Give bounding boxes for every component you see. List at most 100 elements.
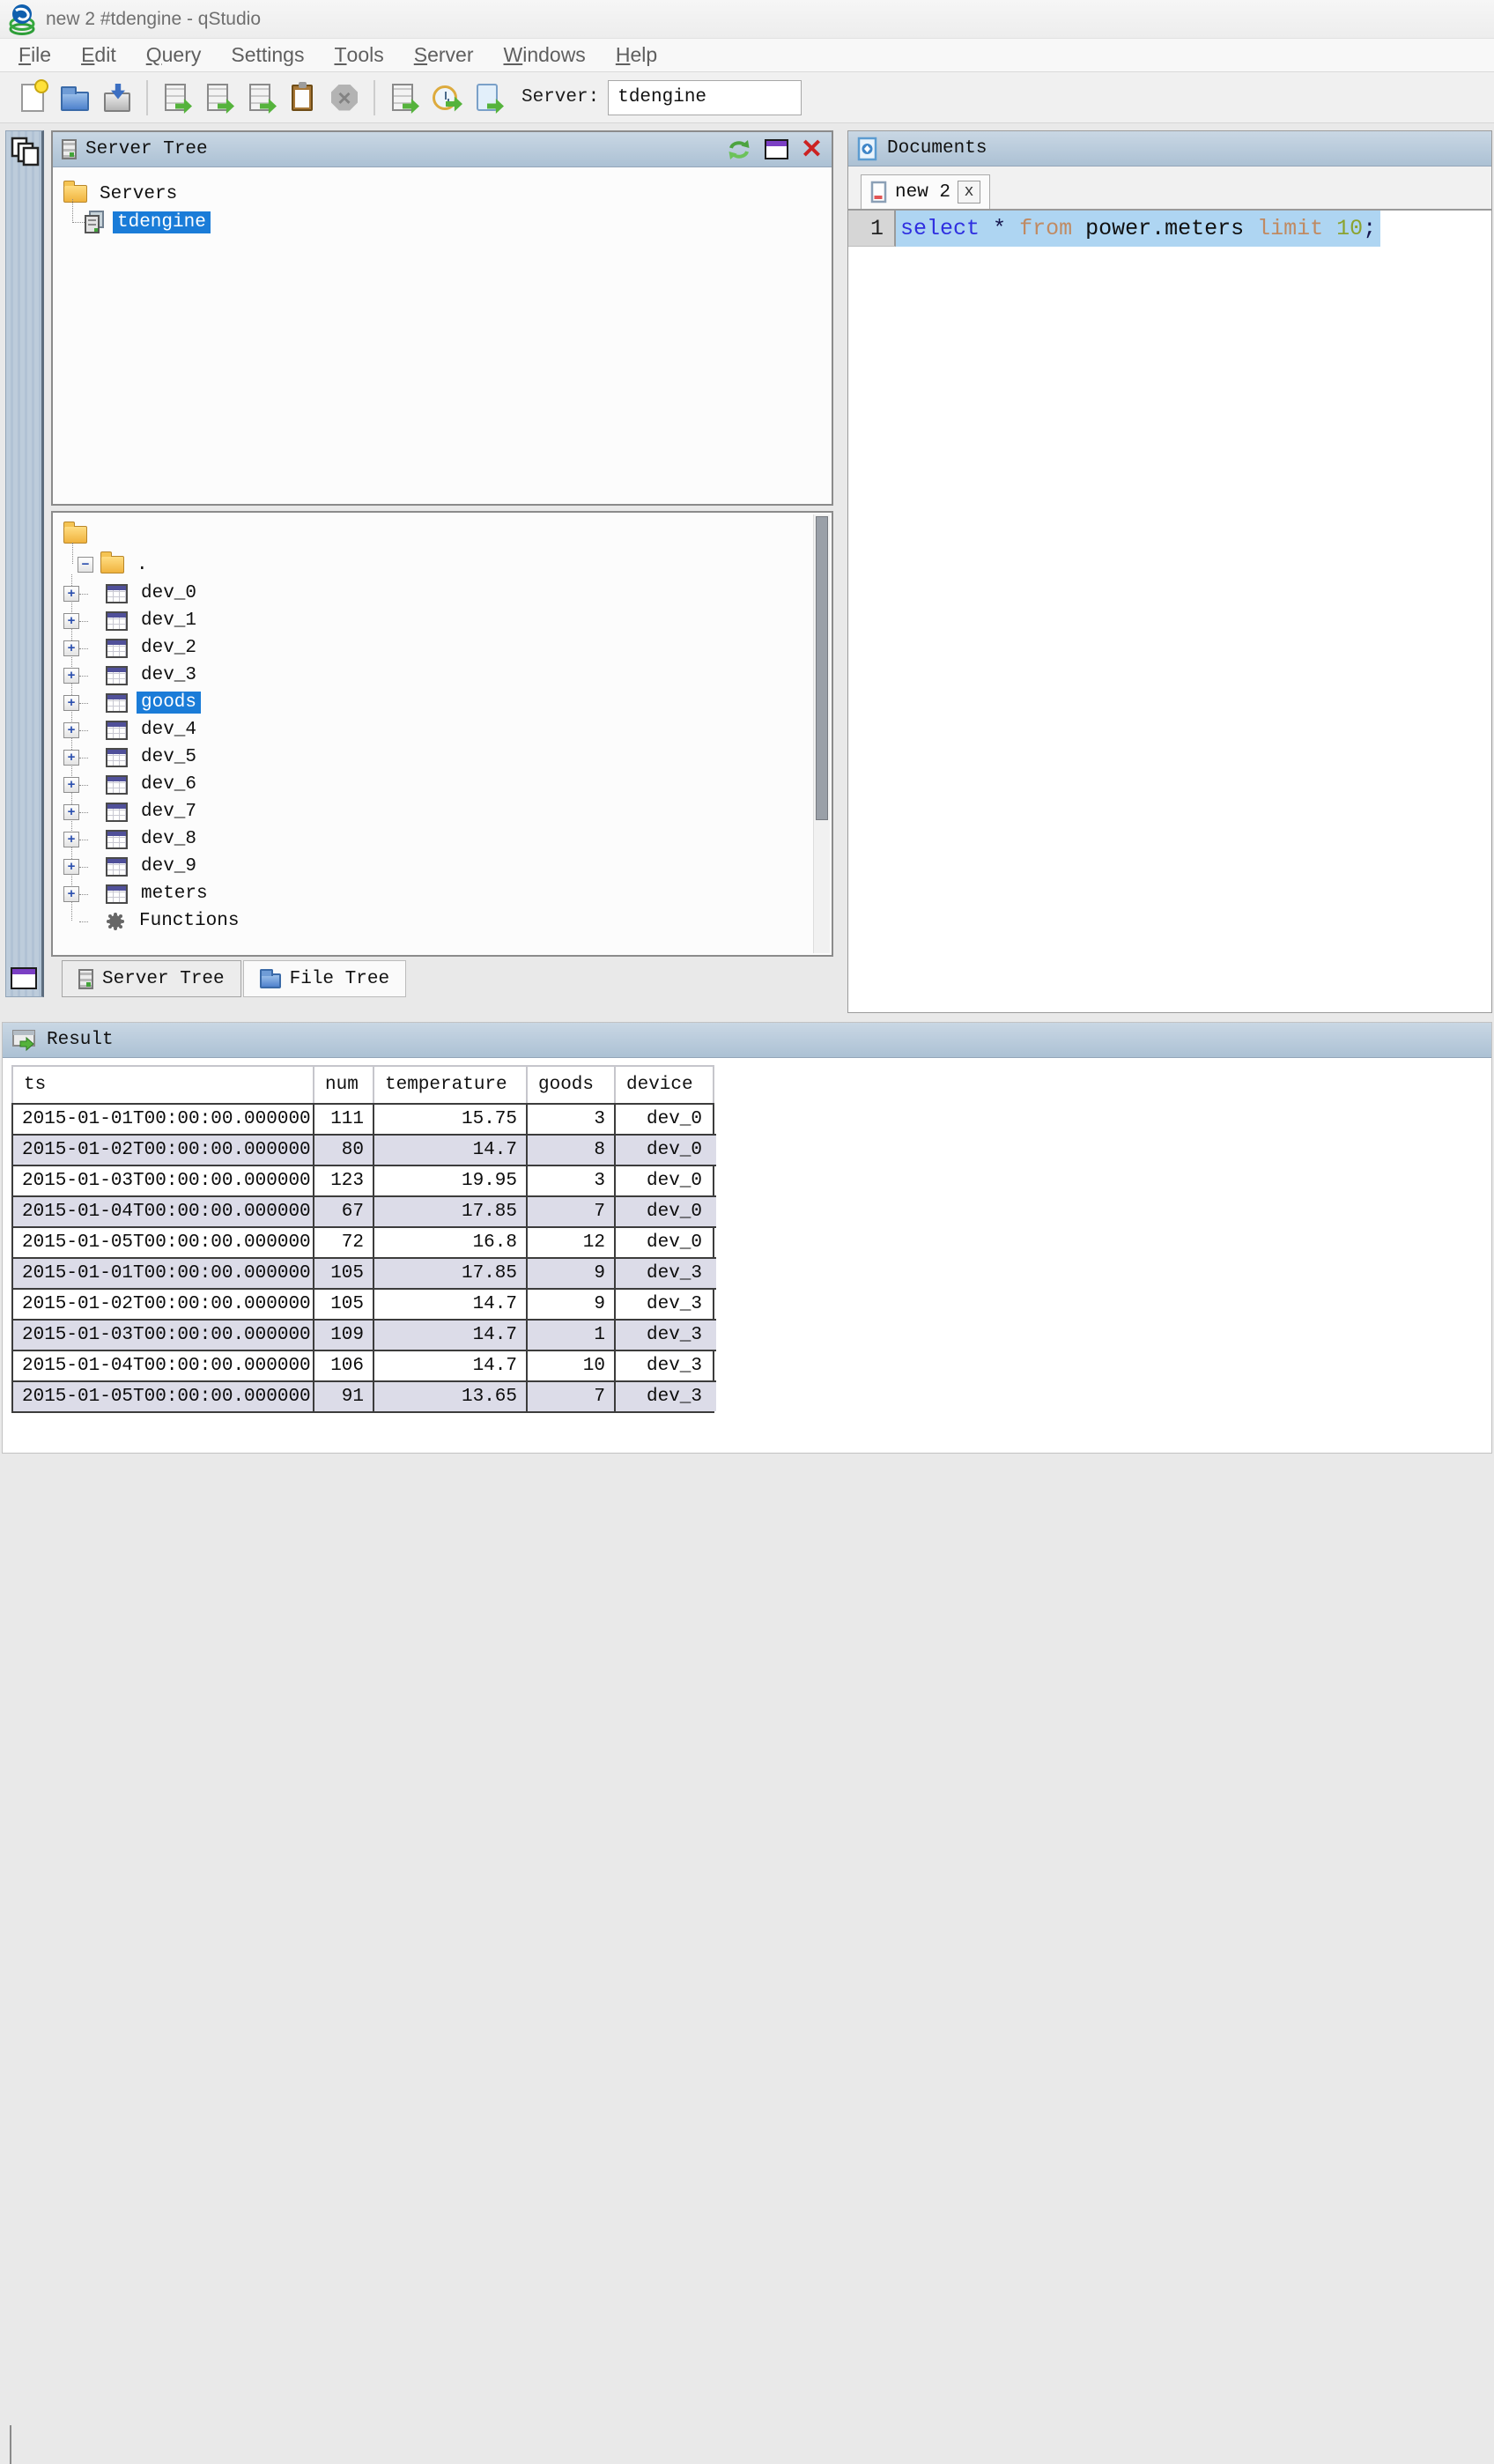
table-tree-item[interactable]: + goods [106, 689, 832, 716]
run-query-icon[interactable] [155, 78, 196, 118]
cell-num: 123 [314, 1166, 374, 1195]
expand-toggle[interactable]: + [63, 804, 79, 820]
expand-toggle[interactable]: + [63, 668, 79, 684]
result-row[interactable]: 2015-01-04T00:00:00.000000 67 17.85 7 de… [13, 1197, 716, 1228]
close-panel-icon[interactable]: ✕ [801, 137, 823, 163]
table-tree-item[interactable]: + dev_3 [106, 662, 832, 689]
column-header[interactable]: ts [13, 1067, 314, 1103]
tree-root-item[interactable] [63, 520, 832, 550]
column-header[interactable]: temperature [374, 1067, 528, 1103]
new-file-icon[interactable] [12, 78, 53, 118]
menu-tools[interactable]: Tools [319, 39, 398, 71]
panel-tab-label: Server Tree [102, 969, 225, 989]
dock-strip [5, 130, 44, 997]
result-row[interactable]: 2015-01-02T00:00:00.000000 105 14.7 9 de… [13, 1290, 716, 1321]
restore-window-icon[interactable] [11, 967, 37, 989]
table-tree-item[interactable]: + meters [106, 880, 832, 907]
result-row[interactable]: 2015-01-05T00:00:00.000000 72 16.8 12 de… [13, 1228, 716, 1259]
result-row[interactable]: 2015-01-01T00:00:00.000000 111 15.75 3 d… [13, 1105, 716, 1136]
run-selection-icon[interactable] [240, 78, 280, 118]
server-panel-icon [62, 139, 77, 159]
result-row[interactable]: 2015-01-03T00:00:00.000000 123 19.95 3 d… [13, 1166, 716, 1197]
expand-toggle[interactable]: + [63, 750, 79, 766]
result-row[interactable]: 2015-01-01T00:00:00.000000 105 17.85 9 d… [13, 1259, 716, 1290]
menu-server[interactable]: Server [399, 39, 489, 71]
table-tree-item[interactable]: + dev_5 [106, 744, 832, 771]
table-tree-item[interactable]: + dev_1 [106, 607, 832, 634]
document-tab-label: new 2 [895, 182, 950, 203]
query-scheduler-icon[interactable] [425, 78, 465, 118]
table-name-label: dev_2 [137, 637, 201, 659]
document-tabbar: new 2 x [848, 166, 1491, 211]
run-line-icon[interactable] [197, 78, 238, 118]
server-tree-title: Server Tree [85, 139, 208, 159]
result-row[interactable]: 2015-01-05T00:00:00.000000 91 13.65 7 de… [13, 1382, 716, 1411]
expand-toggle[interactable]: + [63, 640, 79, 656]
cell-ts: 2015-01-01T00:00:00.000000 [13, 1259, 314, 1288]
expand-toggle[interactable]: + [63, 886, 79, 902]
run-file-icon[interactable] [382, 78, 423, 118]
close-tab-button[interactable]: x [958, 181, 980, 203]
table-tree-item[interactable]: + dev_9 [106, 853, 832, 880]
send-script-icon[interactable] [467, 78, 507, 118]
database-dot-label: . [132, 554, 152, 576]
server-combobox[interactable] [608, 80, 802, 115]
menu-help[interactable]: Help [601, 39, 672, 71]
open-file-icon[interactable] [55, 78, 95, 118]
sql-editor[interactable]: 1 select * from power.meters limit 10; [848, 211, 1491, 1012]
table-tree-item[interactable]: + dev_6 [106, 771, 832, 798]
expand-toggle[interactable]: + [63, 586, 79, 602]
server-icon [83, 210, 106, 234]
table-icon [106, 857, 128, 877]
expand-toggle[interactable]: + [63, 722, 79, 738]
save-icon[interactable] [97, 78, 137, 118]
result-row[interactable]: 2015-01-04T00:00:00.000000 106 14.7 10 d… [13, 1351, 716, 1382]
scrollbar-thumb[interactable] [816, 516, 828, 820]
database-dot-item[interactable]: − . [78, 550, 832, 580]
table-tree-item[interactable]: Functions [106, 907, 832, 935]
expand-toggle[interactable]: + [63, 832, 79, 847]
table-tree-item[interactable]: + dev_0 [106, 580, 832, 607]
expand-toggle[interactable]: + [63, 859, 79, 875]
toolbar: × Server: [0, 72, 1494, 123]
line-number: 1 [848, 211, 896, 247]
tree-scrollbar[interactable] [813, 514, 830, 953]
table-name-label: meters [137, 883, 212, 905]
expand-toggle[interactable]: + [63, 777, 79, 793]
column-header[interactable]: num [314, 1067, 374, 1103]
table-name-label: dev_8 [137, 828, 201, 850]
refresh-icon[interactable] [726, 137, 752, 162]
server-tree-item[interactable]: tdengine [83, 208, 821, 236]
menu-windows[interactable]: Windows [488, 39, 600, 71]
menu-settings[interactable]: Settings [216, 39, 319, 71]
result-row[interactable]: 2015-01-02T00:00:00.000000 80 14.7 8 dev… [13, 1136, 716, 1166]
result-row[interactable]: 2015-01-03T00:00:00.000000 109 14.7 1 de… [13, 1321, 716, 1351]
panel-tab[interactable]: Server Tree [62, 960, 241, 997]
table-tree-item[interactable]: + dev_7 [106, 798, 832, 825]
result-title: Result [47, 1030, 114, 1050]
cascade-windows-icon[interactable] [11, 137, 41, 166]
maximize-panel-icon[interactable] [765, 139, 788, 159]
document-tab-new-2[interactable]: new 2 x [861, 174, 990, 209]
menu-file[interactable]: File [4, 39, 66, 71]
table-tree-item[interactable]: + dev_2 [106, 634, 832, 662]
code-line-1[interactable]: select * from power.meters limit 10; [896, 211, 1491, 247]
collapse-toggle[interactable]: − [78, 557, 93, 573]
menu-query[interactable]: Query [131, 39, 217, 71]
clipboard-icon[interactable] [282, 78, 322, 118]
expand-toggle[interactable]: + [63, 695, 79, 711]
menu-edit[interactable]: Edit [66, 39, 131, 71]
table-tree-item[interactable]: + dev_4 [106, 716, 832, 744]
server-name-label: tdengine [113, 211, 211, 233]
result-panel: Result tsnumtemperaturegoodsdevice 2015-… [2, 1022, 1492, 1454]
column-header[interactable]: goods [528, 1067, 616, 1103]
window-title: new 2 #tdengine - qStudio [46, 9, 261, 30]
expand-toggle[interactable]: + [63, 613, 79, 629]
cell-ts: 2015-01-05T00:00:00.000000 [13, 1382, 314, 1411]
stop-query-icon[interactable]: × [324, 78, 365, 118]
cell-temperature: 13.65 [374, 1382, 528, 1411]
table-tree-item[interactable]: + dev_8 [106, 825, 832, 853]
column-header[interactable]: device [616, 1067, 714, 1103]
panel-tab[interactable]: File Tree [243, 960, 406, 997]
servers-root-item[interactable]: Servers [63, 180, 821, 208]
